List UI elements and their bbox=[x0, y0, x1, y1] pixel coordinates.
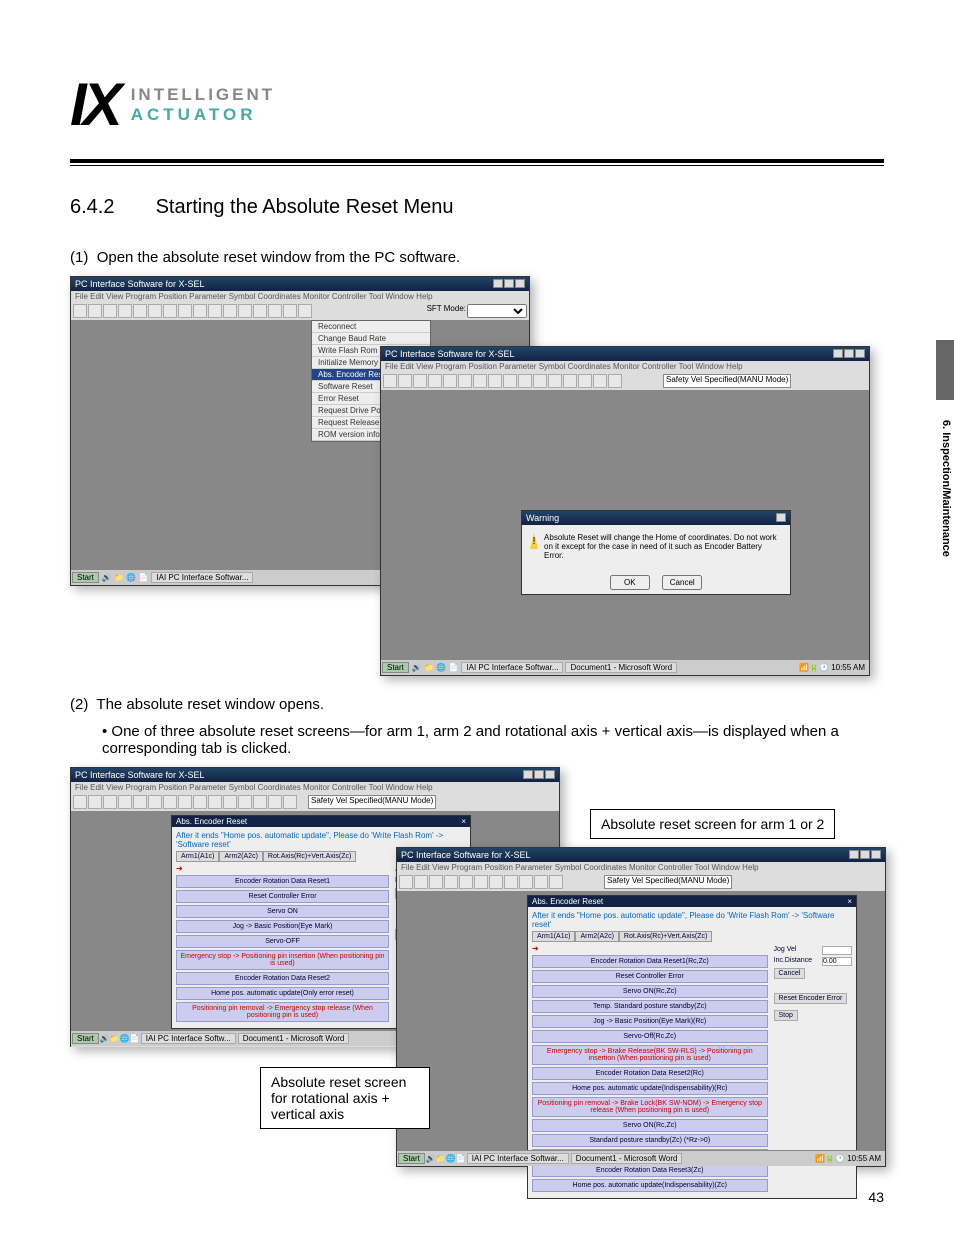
reset-step-button[interactable]: Reset Controller Error bbox=[176, 890, 389, 903]
callout-arm-screen: Absolute reset screen for arm 1 or 2 bbox=[590, 809, 835, 839]
reset-step-button[interactable]: Positioning pin removal -> Emergency sto… bbox=[176, 1002, 389, 1022]
reset-step-button[interactable]: Jog -> Basic Position(Eye Mark) bbox=[176, 920, 389, 933]
section-heading: 6.4.2 Starting the Absolute Reset Menu bbox=[70, 196, 884, 219]
heading-title: Starting the Absolute Reset Menu bbox=[156, 196, 454, 218]
sft-mode-select[interactable] bbox=[467, 304, 527, 318]
warning-dialog: Warning ! Absolute Reset will change the… bbox=[521, 510, 791, 595]
logo-ix-icon: IX bbox=[70, 70, 119, 139]
close-icon bbox=[515, 279, 525, 288]
sft-mode-label: SFT Mode: bbox=[427, 304, 466, 318]
window-pc-software-warning: PC Interface Software for X-SEL File Edi… bbox=[380, 346, 870, 676]
step-2: (2) The absolute reset window opens. bbox=[70, 696, 884, 713]
start-button[interactable]: Start bbox=[72, 572, 99, 583]
chapter-indicator-block bbox=[936, 340, 954, 400]
close-icon[interactable]: × bbox=[847, 897, 852, 906]
reset-step-button[interactable]: Emergency stop -> Positioning pin insert… bbox=[176, 950, 389, 970]
reset-encoder-error-button[interactable]: Reset Encoder Error bbox=[774, 993, 848, 1004]
window-controls[interactable] bbox=[493, 279, 525, 289]
warning-icon: ! bbox=[530, 533, 538, 549]
brand-logo: IX INTELLIGENT ACTUATOR bbox=[70, 70, 884, 139]
reset-step-button[interactable]: Encoder Rotation Data Reset2 bbox=[176, 972, 389, 985]
menubar[interactable]: File Edit View Program Position Paramete… bbox=[71, 291, 529, 302]
warning-text: Absolute Reset will change the Home of c… bbox=[544, 533, 782, 560]
chapter-sidebar-label: 6. Inspection/Maintenance bbox=[930, 410, 954, 567]
tab-arm2[interactable]: Arm2(A2c) bbox=[219, 851, 262, 862]
reset-step-button[interactable]: Servo-OFF bbox=[176, 935, 389, 948]
ok-button[interactable]: OK bbox=[610, 575, 650, 590]
heading-number: 6.4.2 bbox=[70, 196, 150, 219]
start-button[interactable]: Start bbox=[382, 662, 409, 673]
cancel-button[interactable]: Cancel bbox=[662, 575, 702, 590]
menu-item[interactable]: Change Baud Rate bbox=[312, 333, 430, 345]
step-2-bullet: • One of three absolute reset screens—fo… bbox=[102, 723, 884, 757]
toolbar[interactable]: SFT Mode: bbox=[71, 302, 529, 320]
reset-step-button[interactable]: Encoder Rotation Data Reset1 bbox=[176, 875, 389, 888]
maximize-icon bbox=[504, 279, 514, 288]
window-abs-reset-rot: PC Interface Software for X-SEL File Edi… bbox=[396, 847, 886, 1167]
menu-item[interactable]: Reconnect bbox=[312, 321, 430, 333]
close-icon[interactable] bbox=[776, 513, 786, 522]
safety-vel-select[interactable]: Safety Vel Specified(MANU Mode) bbox=[663, 374, 791, 388]
taskbar[interactable]: Start 🔊 📁 🌐 📄 IAI PC Interface Softwar..… bbox=[381, 659, 869, 675]
dialog-title: Warning bbox=[526, 513, 559, 523]
callout-rot-screen: Absolute reset screen for rotational axi… bbox=[260, 1067, 430, 1129]
reset-step-button[interactable]: Home pos. automatic update(Only error re… bbox=[176, 987, 389, 1000]
safety-vel-select[interactable]: Safety Vel Specified(MANU Mode) bbox=[308, 795, 436, 809]
page-number: 43 bbox=[868, 1189, 884, 1205]
tab-rot-vert[interactable]: Rot.Axis(Rc)+Vert.Axis(Zc) bbox=[263, 851, 356, 862]
minimize-icon bbox=[493, 279, 503, 288]
close-icon[interactable]: × bbox=[461, 817, 466, 826]
brand-line2: ACTUATOR bbox=[131, 105, 275, 125]
step-1: (1) Open the absolute reset window from … bbox=[70, 249, 884, 266]
window-controls[interactable] bbox=[833, 349, 865, 359]
brand-line1: INTELLIGENT bbox=[131, 85, 275, 105]
taskbar-item[interactable]: IAI PC Interface Softwar... bbox=[151, 572, 253, 583]
stop-button[interactable]: Stop bbox=[774, 1010, 798, 1021]
tab-arm1[interactable]: Arm1(A1c) bbox=[176, 851, 219, 862]
system-tray: 📶🔋🕐 10:55 AM bbox=[795, 663, 869, 672]
titlebar: PC Interface Software for X-SEL bbox=[71, 277, 529, 291]
panel-title: Abs. Encoder Reset bbox=[176, 817, 247, 826]
reset-step-button[interactable]: Servo ON bbox=[176, 905, 389, 918]
